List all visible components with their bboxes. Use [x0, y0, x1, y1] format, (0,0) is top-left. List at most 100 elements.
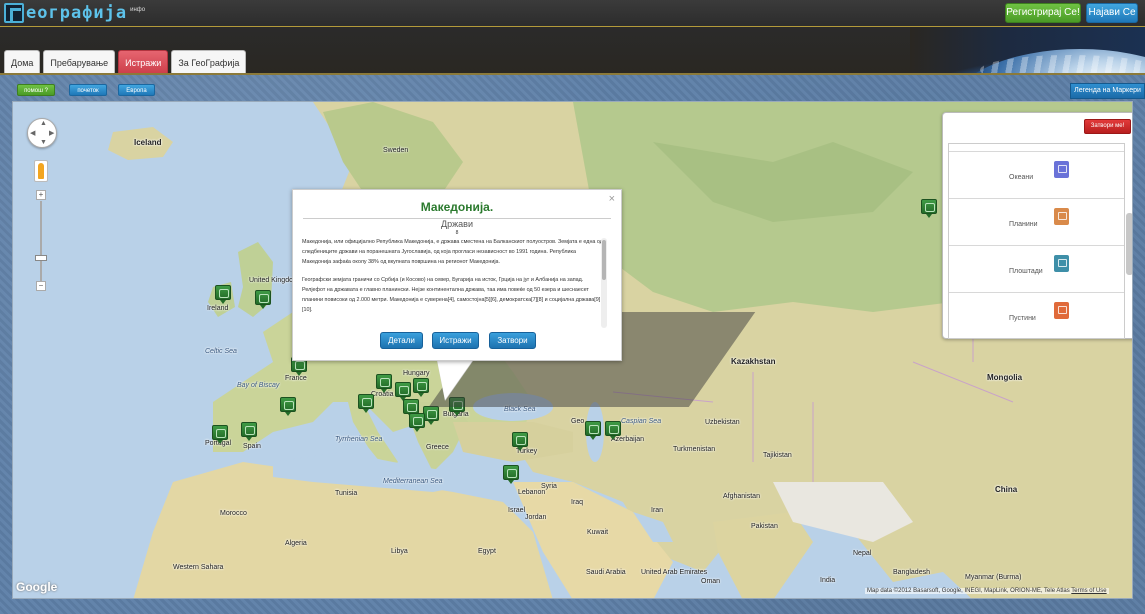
map-label-lebanon: Lebanon: [518, 489, 546, 496]
info-window-description[interactable]: Македонија, или официјално Република Мак…: [302, 237, 605, 327]
zoom-in-button[interactable]: +: [36, 190, 46, 200]
map-marker[interactable]: [395, 382, 411, 401]
map-marker[interactable]: [605, 421, 621, 440]
map-label-mediterranean-sea: Mediterranean Sea: [383, 478, 443, 485]
info-paragraph: Географски земјата граничи со Србија (и …: [302, 277, 601, 313]
earth-banner-image: [910, 27, 1145, 75]
map-label-bangladesh: Bangladesh: [893, 569, 930, 576]
map-label-kazakhstan: Kazakhstan: [731, 357, 776, 366]
street-view-pegman-icon[interactable]: [34, 160, 48, 182]
map-label-turkmenistan: Turkmenistan: [673, 446, 716, 453]
map-marker[interactable]: [358, 394, 374, 413]
tab-search[interactable]: Пребарување: [43, 50, 116, 74]
map-label-india: India: [820, 577, 836, 584]
ocean-marker-icon: [1054, 161, 1069, 178]
map-marker[interactable]: [413, 378, 429, 397]
map-label-mongolia: Mongolia: [987, 373, 1023, 382]
map-marker[interactable]: [503, 465, 519, 484]
map-marker[interactable]: [376, 374, 392, 393]
header-divider: [0, 73, 1145, 75]
map-marker[interactable]: [585, 421, 601, 440]
start-button[interactable]: почеток: [69, 84, 107, 96]
info-window-scrollbar[interactable]: [601, 238, 607, 328]
legend-list[interactable]: Океани Планини Плоштади Пустини: [948, 143, 1125, 339]
map-label-iran: Iran: [651, 507, 664, 514]
map-label-bay-of-biscay: Bay of Biscay: [237, 382, 280, 389]
explore-button[interactable]: Истражи: [432, 332, 479, 349]
map-label-iraq: Iraq: [571, 499, 584, 506]
map-marker[interactable]: [280, 397, 296, 416]
logo-subtext: инфо: [130, 7, 146, 13]
map-label-morocco: Morocco: [220, 510, 247, 517]
map-label-ireland: Ireland: [207, 305, 229, 312]
info-window-number: 8: [455, 230, 459, 236]
map-label-tunisia: Tunisia: [335, 490, 358, 497]
zoom-slider-handle[interactable]: [35, 255, 47, 261]
map-label-france: France: [285, 375, 307, 382]
map-label-syria: Syria: [541, 483, 557, 490]
map-label-greece: Greece: [426, 444, 449, 451]
legend-item-mountains: Планини: [949, 199, 1124, 246]
map-label-spain: Spain: [243, 443, 261, 450]
register-button[interactable]: Регистрирај Се!: [1005, 3, 1081, 23]
map-pan-control[interactable]: ▲ ▼ ◀ ▶: [27, 118, 57, 148]
map-label-uae: United Arab Emirates: [641, 569, 708, 576]
map-label-afghanistan: Afghanistan: [723, 493, 760, 500]
legend-item-label: Океани: [1009, 174, 1034, 181]
map-marker[interactable]: [215, 285, 231, 304]
logo-text: еографија: [26, 3, 128, 23]
legend-item-squares: Плоштади: [949, 246, 1124, 293]
map-label-georgia: Geo: [571, 418, 585, 425]
mountain-marker-icon: [1054, 208, 1069, 225]
map-label-tyrrhenian-sea: Tyrrhenian Sea: [335, 436, 383, 443]
map-label-uzbekistan: Uzbekistan: [705, 419, 740, 426]
desert-marker-icon: [1054, 302, 1069, 319]
square-marker-icon: [1054, 255, 1069, 272]
legend-close-button[interactable]: Затвори ме!: [1084, 119, 1131, 134]
top-bar: [0, 0, 1145, 27]
map-marker[interactable]: [921, 199, 937, 218]
map-canvas[interactable]: Iceland Sweden United Kingdom Ireland Ce…: [12, 101, 1133, 599]
europe-button[interactable]: Европа: [118, 84, 155, 96]
tab-about[interactable]: За ГеоГрафија: [171, 50, 247, 74]
details-button[interactable]: Детали: [380, 332, 423, 349]
map-label-myanmar: Myanmar (Burma): [965, 574, 1022, 581]
legend-scrollbar[interactable]: [1126, 213, 1132, 275]
info-paragraph: Македонија, или официјално Република Мак…: [302, 239, 603, 265]
terms-of-use-link[interactable]: Terms of Use: [1071, 588, 1106, 594]
map-marker[interactable]: [212, 425, 228, 444]
map-label-pakistan: Pakistan: [751, 523, 778, 530]
login-button[interactable]: Најави Се: [1086, 3, 1138, 23]
marker-legend-panel: Затвори ме! Океани Планини Плоштади Пуст…: [942, 112, 1132, 339]
map-label-hungary: Hungary: [403, 370, 430, 377]
tab-home[interactable]: Дома: [4, 50, 41, 74]
zoom-out-button[interactable]: −: [36, 281, 46, 291]
legend-item-oceans: Океани: [949, 152, 1124, 199]
map-attribution-text: Map data ©2012 Basarsoft, Google, INEGI,…: [867, 588, 1070, 594]
site-logo[interactable]: еографија инфо: [4, 3, 145, 23]
zoom-slider-track[interactable]: [40, 201, 42, 281]
marker-legend-button[interactable]: Легенда на Маркери: [1070, 83, 1145, 99]
map-label-oman: Oman: [701, 578, 721, 585]
map-label-tajikistan: Tajikistan: [763, 452, 792, 459]
map-label-western-sahara: Western Sahara: [173, 564, 224, 571]
close-button[interactable]: Затвори: [489, 332, 536, 349]
tab-explore[interactable]: Истражи: [118, 50, 169, 74]
map-label-black-sea: Black Sea: [504, 406, 536, 413]
map-label-china: China: [995, 485, 1018, 494]
map-label-iceland: Iceland: [134, 138, 162, 147]
map-marker[interactable]: [423, 406, 439, 425]
map-marker[interactable]: [512, 432, 528, 451]
map-marker[interactable]: [409, 413, 425, 432]
map-label-kuwait: Kuwait: [587, 529, 609, 536]
map-marker[interactable]: [255, 290, 271, 309]
legend-item-label: Планини: [1009, 221, 1038, 228]
map-label-caspian-sea: Caspian Sea: [621, 418, 662, 425]
map-label-libya: Libya: [391, 548, 408, 555]
map-label-jordan: Jordan: [525, 514, 547, 521]
map-label-celtic-sea: Celtic Sea: [205, 348, 237, 355]
help-button[interactable]: помош ?: [17, 84, 55, 96]
map-label-sweden: Sweden: [383, 147, 409, 154]
main-tabs: Дома Пребарување Истражи За ГеоГрафија: [4, 50, 247, 74]
map-marker[interactable]: [241, 422, 257, 441]
